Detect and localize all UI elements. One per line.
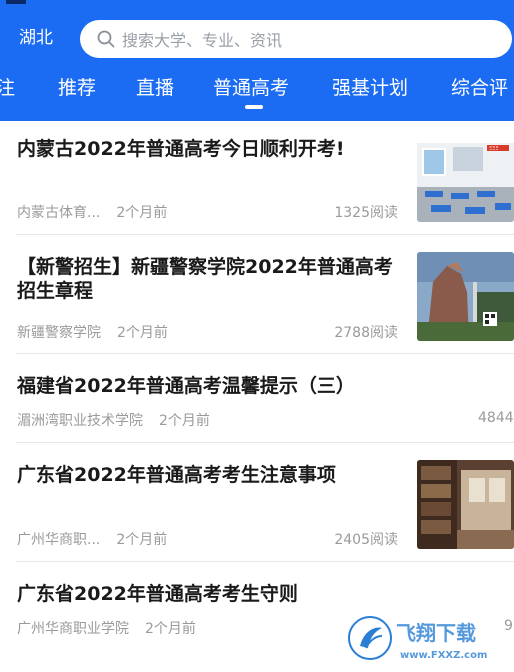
list-item[interactable]: 【新警招生】新疆警察学院2022年普通高考招生章程 新疆警察学院 2个月前 278…	[0, 235, 514, 353]
site-watermark-logo: 飞翔下载 www.FXXZ.com	[348, 616, 487, 661]
list-item[interactable]: 福建省2022年普通高考温馨提示（三） 湄洲湾职业技术学院 2个月前 4844	[0, 354, 514, 442]
article-title: 福建省2022年普通高考温馨提示（三）	[17, 375, 355, 397]
top-header: 湖北 搜索大学、专业、资讯 注 推荐 直播 普通高考 强基计划 综合评	[0, 0, 514, 121]
category-tabs: 注 推荐 直播 普通高考 强基计划 综合评	[0, 70, 514, 110]
campus-monument-photo	[417, 252, 514, 341]
article-time: 2个月前	[116, 532, 168, 548]
active-tab-indicator	[245, 105, 263, 109]
article-reads: 2405阅读	[334, 532, 398, 548]
article-reads: 1325阅读	[334, 205, 398, 221]
article-source: 湄洲湾职业技术学院	[17, 413, 143, 429]
article-title: 【新警招生】新疆警察学院2022年普通高考招生章程	[17, 256, 393, 302]
tab-comprehensive[interactable]: 综合评	[451, 74, 508, 102]
watermark-brand: 飞翔下载	[396, 621, 476, 645]
classroom-photo: ΞΞΞ	[417, 133, 514, 222]
svg-text:ΞΞΞ: ΞΞΞ	[489, 146, 498, 152]
article-meta: 广州华商职业学院 2个月前	[17, 618, 196, 638]
article-time: 2个月前	[145, 621, 196, 637]
article-meta: 广州华商职... 2个月前	[17, 529, 167, 549]
article-title: 内蒙古2022年普通高考今日顺利开考!	[17, 138, 345, 160]
tab-qiangji[interactable]: 强基计划	[332, 74, 408, 102]
search-icon	[97, 30, 115, 48]
article-reads: 2788阅读	[334, 325, 398, 341]
library-photo	[417, 460, 514, 549]
watermark-url: www.FXXZ.com	[400, 650, 487, 661]
article-time: 2个月前	[116, 205, 168, 221]
search-placeholder: 搜索大学、专业、资讯	[122, 31, 283, 50]
article-source: 新疆警察学院	[17, 325, 101, 341]
search-input[interactable]: 搜索大学、专业、资讯	[80, 20, 512, 58]
status-bar-remnant	[6, 0, 26, 4]
article-reads: 4844	[478, 410, 514, 426]
article-time: 2个月前	[159, 413, 210, 429]
article-source: 广州华商职...	[17, 532, 101, 548]
tab-recommend[interactable]: 推荐	[58, 74, 96, 102]
article-time: 2个月前	[117, 325, 168, 341]
list-item[interactable]: 内蒙古2022年普通高考今日顺利开考! 内蒙古体育... 2个月前 1325阅读 …	[0, 121, 514, 234]
list-item[interactable]: 广东省2022年普通高考考生注意事项 广州华商职... 2个月前 2405阅读	[0, 443, 514, 561]
article-source: 内蒙古体育...	[17, 205, 101, 221]
tab-gaokao[interactable]: 普通高考	[213, 74, 289, 102]
article-meta: 内蒙古体育... 2个月前	[17, 202, 167, 222]
tab-follow[interactable]: 注	[0, 74, 15, 102]
article-title: 广东省2022年普通高考考生守则	[17, 583, 298, 605]
article-title: 广东省2022年普通高考考生注意事项	[17, 464, 336, 486]
article-source: 广州华商职业学院	[17, 621, 129, 637]
tab-live[interactable]: 直播	[136, 74, 174, 102]
article-meta: 湄洲湾职业技术学院 2个月前	[17, 410, 210, 430]
article-meta: 新疆警察学院 2个月前	[17, 322, 168, 342]
region-selector[interactable]: 湖北	[19, 26, 53, 50]
